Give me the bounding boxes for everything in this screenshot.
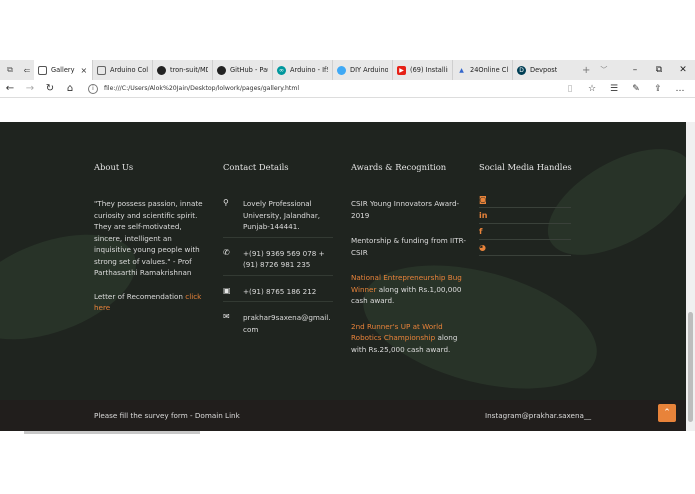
github-icon (217, 65, 226, 75)
tab-label: Arduino Colc (110, 66, 148, 74)
new-tab-icon[interactable]: + (582, 65, 590, 76)
toolbar-actions: ▯ ☆ ☰ ✎ ⇪ … (559, 80, 691, 98)
awards-section: Awards & Recognition CSIR Young Innovato… (351, 162, 469, 369)
tab-diy-arduino[interactable]: DIY Arduino (332, 60, 392, 80)
page-top-area (0, 98, 695, 122)
award-robotics: 2nd Runner's UP at World Robotics Champi… (351, 321, 466, 356)
social-facebook[interactable]: f (479, 224, 571, 240)
social-heading: Social Media Handles (479, 162, 572, 172)
tab-24online[interactable]: ▲ 24Online Clie (452, 60, 512, 80)
email-text[interactable]: prakhar9saxena@gmail.com (243, 312, 333, 335)
about-heading: About Us (94, 162, 134, 172)
recommendation-letter: Letter of Recomendation click here (94, 291, 210, 314)
tab-label: Gallery (51, 66, 75, 74)
tab-arduino-ifs[interactable]: ∞ Arduino - IfS (272, 60, 332, 80)
info-icon[interactable]: i (88, 83, 98, 94)
desktop-background (0, 0, 695, 60)
linkedin-icon[interactable]: in (479, 211, 487, 220)
site-icon (337, 65, 346, 75)
tab-bar: ⧉ ⇐ Gallery × Arduino Colc tron-suit/MD … (0, 60, 695, 80)
tab-devpost[interactable]: D Devpost (512, 60, 572, 80)
about-quote: "They possess passion, innate curiosity … (94, 199, 203, 277)
window-controls: – ⧉ ✕ (623, 60, 695, 80)
social-github[interactable]: ◕ (479, 240, 571, 256)
home-icon[interactable]: ⌂ (60, 83, 80, 94)
chevron-up-icon: ⌃ (663, 408, 671, 418)
instagram-handle[interactable]: Instagram@prakhar.saxena__ (485, 411, 591, 420)
set-aside-tabs-icon[interactable]: ⇐ (20, 63, 34, 77)
award-mentorship-link[interactable]: Mentorship & funding from IITR-CSIR (351, 235, 466, 258)
address-bar[interactable]: i file:///C:/Users/Alok%20Jain/Desktop/l… (88, 82, 588, 96)
letter-text: Letter of Recomendation (94, 291, 186, 301)
address-text: Lovely Professional University, Jalandha… (243, 199, 321, 231)
tab-actions-icon[interactable]: ⧉ (3, 63, 17, 77)
tab-label: 24Online Clie (470, 66, 508, 74)
fax-text: +(91) 8765 186 212 (243, 286, 317, 296)
chevron-down-icon[interactable]: ﹀ (600, 65, 607, 75)
share-icon[interactable]: ⇪ (647, 84, 669, 94)
phone-text: +(91) 9369 569 078 +(91) 8726 981 235 (243, 248, 325, 270)
minimize-icon[interactable]: – (623, 60, 647, 80)
reading-view-icon[interactable]: ▯ (559, 84, 581, 94)
youtube-icon: ▶ (397, 65, 406, 75)
award-csir-link[interactable]: CSIR Young Innovators Award-2019 (351, 198, 466, 221)
scroll-to-top-button[interactable]: ⌃ (658, 404, 676, 422)
arduino-icon: ∞ (277, 65, 286, 75)
award-robotics-link[interactable]: 2nd Runner's UP at World Robotics Champi… (351, 322, 443, 343)
scrollbar-thumb[interactable] (688, 312, 693, 422)
forward-icon[interactable]: → (20, 83, 40, 94)
tab-label: Arduino - IfS (290, 66, 328, 74)
horizontal-scrollbar[interactable] (24, 431, 200, 434)
tab-installing[interactable]: ▶ (69) Installing (392, 60, 452, 80)
instagram-icon[interactable]: ◙ (479, 195, 487, 204)
social-instagram[interactable]: ◙ (479, 192, 571, 208)
contact-heading: Contact Details (223, 162, 289, 172)
phone-row: ✆ +(91) 9369 569 078 +(91) 8726 981 235 (223, 248, 333, 276)
social-section: Social Media Handles ◙ in f ◕ (479, 162, 589, 256)
site-footer: About Us "They possess passion, innate c… (0, 122, 686, 400)
refresh-icon[interactable]: ↻ (40, 83, 60, 94)
vertical-scrollbar[interactable] (686, 122, 695, 431)
phone-icon: ✆ (223, 247, 230, 257)
tab-label: Devpost (530, 66, 558, 74)
site-icon: ▲ (459, 66, 464, 74)
favorite-star-icon[interactable]: ☆ (581, 84, 603, 94)
tab-gallery[interactable]: Gallery × (34, 60, 92, 80)
about-section: About Us "They possess passion, innate c… (94, 162, 210, 314)
location-pin-icon: ⚲ (223, 198, 229, 207)
award-national-entrepreneurship: National Entrepreneurship Bug Winner alo… (351, 272, 466, 307)
social-linkedin[interactable]: in (479, 208, 571, 224)
tab-label: (69) Installing (410, 66, 448, 74)
favorites-hub-icon[interactable]: ☰ (603, 84, 625, 94)
github-icon (157, 65, 166, 75)
tab-label: tron-suit/MD (170, 66, 208, 74)
close-tab-icon[interactable]: × (80, 66, 87, 75)
close-window-icon[interactable]: ✕ (671, 60, 695, 80)
tab-arduino-colc[interactable]: Arduino Colc (92, 60, 152, 80)
devpost-icon: D (517, 65, 526, 75)
email-row: ✉ prakhar9saxena@gmail.com (223, 312, 333, 339)
contact-section: Contact Details ⚲ Lovely Professional Un… (223, 162, 338, 349)
back-icon[interactable]: ← (0, 83, 20, 94)
navigation-bar: ← → ↻ ⌂ i file:///C:/Users/Alok%20Jain/D… (0, 80, 695, 98)
more-icon[interactable]: … (669, 84, 691, 94)
page-icon (97, 65, 106, 75)
awards-heading: Awards & Recognition (351, 162, 447, 172)
envelope-icon: ✉ (223, 312, 230, 321)
tab-github-pau[interactable]: GitHub - Pau (212, 60, 272, 80)
fax-row: ▣ +(91) 8765 186 212 (223, 285, 333, 302)
restore-icon[interactable]: ⧉ (647, 60, 671, 80)
fax-icon: ▣ (223, 285, 231, 295)
url-text[interactable]: file:///C:/Users/Alok%20Jain/Desktop/lol… (104, 85, 299, 92)
footer-bottom-bar: Please fill the survey form - Domain Lin… (0, 400, 686, 431)
tab-label: DIY Arduino (350, 66, 388, 74)
facebook-icon[interactable]: f (479, 227, 482, 236)
tab-label: GitHub - Pau (230, 66, 268, 74)
address-row: ⚲ Lovely Professional University, Jaland… (223, 198, 333, 238)
page-icon (38, 65, 47, 75)
tab-tron-suit[interactable]: tron-suit/MD (152, 60, 212, 80)
github-icon[interactable]: ◕ (479, 243, 486, 252)
survey-link[interactable]: Please fill the survey form - Domain Lin… (94, 411, 240, 420)
pen-icon[interactable]: ✎ (625, 84, 647, 94)
